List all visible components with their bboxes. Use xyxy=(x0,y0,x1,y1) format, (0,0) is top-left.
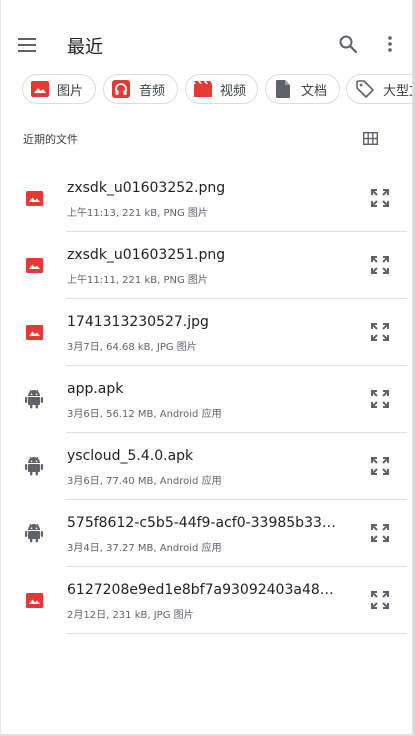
file-row[interactable]: yscloud_5.4.0.apk 3月6日, 77.40 MB, Androi… xyxy=(0,433,415,500)
search-icon xyxy=(339,35,357,53)
chip-documents[interactable]: 文档 xyxy=(265,74,340,104)
grid-view-icon xyxy=(362,131,378,145)
chip-images[interactable]: 图片 xyxy=(22,74,96,104)
file-meta: 2月12日, 231 kB, JPG 图片 xyxy=(67,610,194,621)
preview-button[interactable] xyxy=(367,520,393,546)
file-name: zxsdk_u01603251.png xyxy=(67,247,226,263)
image-icon xyxy=(23,589,45,611)
film-icon xyxy=(194,79,212,99)
divider xyxy=(66,633,407,634)
file-meta: 上午11:13, 221 kB, PNG 图片 xyxy=(67,208,208,219)
more-options-button[interactable] xyxy=(374,28,406,60)
preview-button[interactable] xyxy=(367,587,393,613)
more-vert-icon xyxy=(388,36,392,52)
file-row[interactable]: 6127208e9ed1e8bf7a93092403a48a3f... 2月12… xyxy=(0,567,415,634)
chip-large-files[interactable]: 大型文 xyxy=(346,74,415,104)
menu-button[interactable] xyxy=(10,28,44,62)
preview-button[interactable] xyxy=(367,185,393,211)
chip-audio[interactable]: 音频 xyxy=(103,74,178,104)
fullscreen-icon xyxy=(371,323,389,341)
chip-video[interactable]: 视频 xyxy=(185,74,258,104)
file-name: 6127208e9ed1e8bf7a93092403a48a3f... xyxy=(67,582,337,598)
fullscreen-icon xyxy=(371,256,389,274)
file-meta: 上午11:11, 221 kB, PNG 图片 xyxy=(67,275,208,286)
tag-icon xyxy=(355,79,375,99)
preview-button[interactable] xyxy=(367,453,393,479)
android-icon xyxy=(23,388,45,410)
chip-label: 音频 xyxy=(138,83,165,99)
hamburger-menu-icon xyxy=(18,38,36,52)
file-row[interactable]: zxsdk_u01603251.png 上午11:11, 221 kB, PNG… xyxy=(0,232,415,299)
files-app: 最近 图片 音频 视频 文档 大型 近期的文件 zxsdk_u01603252.… xyxy=(0,0,415,736)
section-title: 近期的文件 xyxy=(23,133,78,146)
file-name: yscloud_5.4.0.apk xyxy=(67,448,194,464)
file-name: zxsdk_u01603252.png xyxy=(67,180,226,196)
file-name: 575f8612-c5b5-44f9-acf0-33985b3320... xyxy=(67,515,337,531)
page-title: 最近 xyxy=(67,37,103,58)
android-icon xyxy=(23,522,45,544)
preview-button[interactable] xyxy=(367,319,393,345)
fullscreen-icon xyxy=(371,524,389,542)
preview-button[interactable] xyxy=(367,386,393,412)
fullscreen-icon xyxy=(371,591,389,609)
document-icon xyxy=(274,79,293,99)
preview-button[interactable] xyxy=(367,252,393,278)
grid-view-button[interactable] xyxy=(358,126,382,150)
image-icon xyxy=(23,254,45,276)
file-meta: 3月6日, 56.12 MB, Android 应用 xyxy=(67,409,222,420)
chip-label: 文档 xyxy=(300,83,327,99)
chip-label: 图片 xyxy=(57,83,84,99)
file-name: 1741313230527.jpg xyxy=(67,314,209,330)
file-row[interactable]: zxsdk_u01603252.png 上午11:13, 221 kB, PNG… xyxy=(0,165,415,232)
chip-label: 视频 xyxy=(220,83,247,99)
image-icon xyxy=(23,321,45,343)
file-row[interactable]: 575f8612-c5b5-44f9-acf0-33985b3320... 3月… xyxy=(0,500,415,567)
file-row[interactable]: app.apk 3月6日, 56.12 MB, Android 应用 xyxy=(0,366,415,433)
fullscreen-icon xyxy=(371,457,389,475)
file-meta: 3月7日, 64.68 kB, JPG 图片 xyxy=(67,342,197,353)
file-meta: 3月4日, 37.27 MB, Android 应用 xyxy=(67,543,222,554)
image-icon xyxy=(31,79,49,99)
fullscreen-icon xyxy=(371,189,389,207)
file-name: app.apk xyxy=(67,381,124,397)
android-icon xyxy=(23,455,45,477)
filter-chips: 图片 音频 视频 文档 大型 xyxy=(0,72,415,106)
file-row[interactable]: 1741313230527.jpg 3月7日, 64.68 kB, JPG 图片 xyxy=(0,299,415,366)
fullscreen-icon xyxy=(371,390,389,408)
search-button[interactable] xyxy=(332,28,364,60)
file-meta: 3月6日, 77.40 MB, Android 应用 xyxy=(67,476,222,487)
recent-files-list: zxsdk_u01603252.png 上午11:13, 221 kB, PNG… xyxy=(0,165,415,634)
section-header: 近期的文件 xyxy=(0,122,415,154)
headphones-icon xyxy=(112,79,131,99)
chip-label: 大型文 xyxy=(383,83,415,99)
image-icon xyxy=(23,187,45,209)
